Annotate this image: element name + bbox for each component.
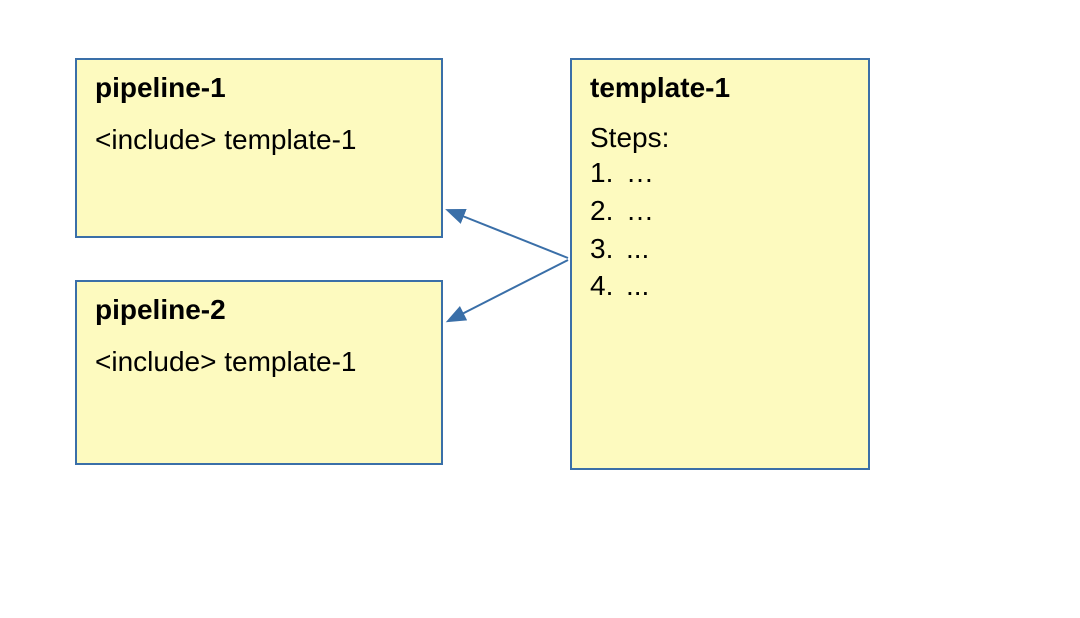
pipeline-2-body: <include> template-1 <box>95 344 423 380</box>
pipeline-1-title: pipeline-1 <box>95 72 423 104</box>
step-text: ... <box>626 230 649 268</box>
arrow-to-pipeline-2 <box>460 260 568 315</box>
steps-list: 1. … 2. … 3. ... 4. ... <box>590 154 850 305</box>
step-text: … <box>626 192 654 230</box>
step-num: 3. <box>590 230 626 268</box>
step-row: 3. ... <box>590 230 850 268</box>
step-text: ... <box>626 267 649 305</box>
pipeline-2-title: pipeline-2 <box>95 294 423 326</box>
step-row: 1. … <box>590 154 850 192</box>
pipeline-1-body: <include> template-1 <box>95 122 423 158</box>
step-row: 4. ... <box>590 267 850 305</box>
step-row: 2. … <box>590 192 850 230</box>
step-num: 1. <box>590 154 626 192</box>
step-text: … <box>626 154 654 192</box>
step-num: 2. <box>590 192 626 230</box>
template-1-title: template-1 <box>590 72 850 104</box>
arrow-to-pipeline-1 <box>460 215 568 258</box>
pipeline-2-box: pipeline-2 <include> template-1 <box>75 280 443 465</box>
steps-label: Steps: <box>590 122 850 154</box>
template-1-box: template-1 Steps: 1. … 2. … 3. ... 4. ..… <box>570 58 870 470</box>
pipeline-1-box: pipeline-1 <include> template-1 <box>75 58 443 238</box>
step-num: 4. <box>590 267 626 305</box>
